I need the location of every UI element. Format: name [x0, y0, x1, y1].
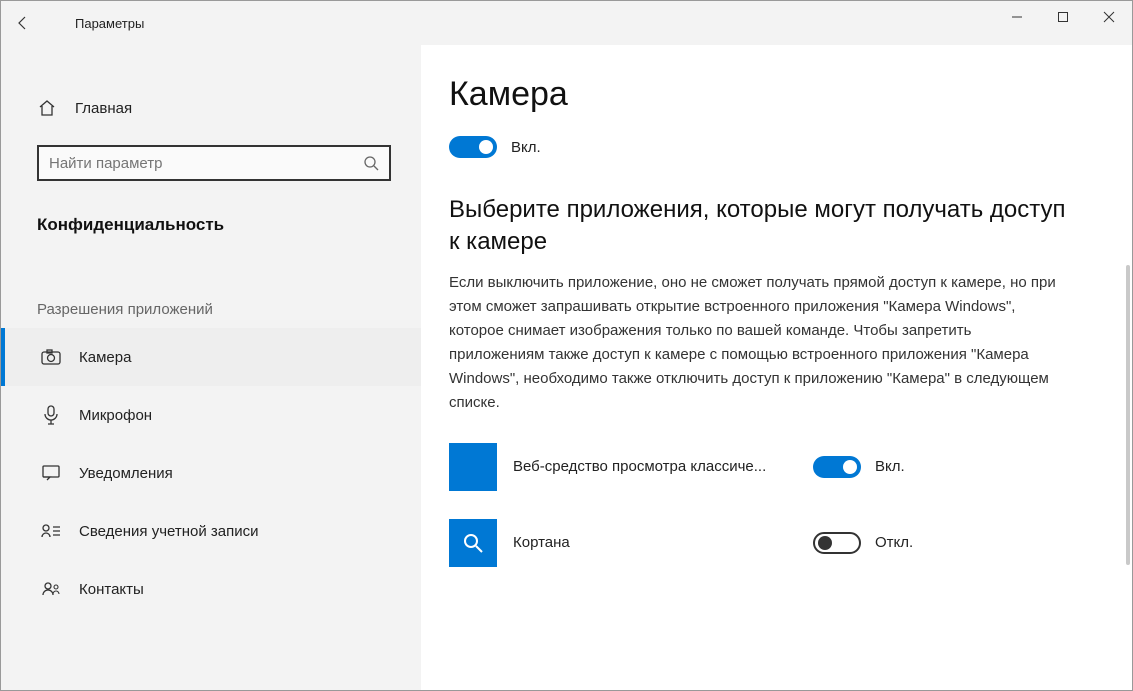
app-toggle[interactable]	[813, 456, 861, 478]
settings-window: Параметры Главная	[0, 0, 1133, 691]
app-name: Веб-средство просмотра классиче...	[513, 458, 813, 475]
maximize-button[interactable]	[1040, 1, 1086, 33]
app-row-cortana: Кортана Откл.	[449, 519, 1072, 567]
sidebar-item-account-info[interactable]: Сведения учетной записи	[1, 502, 421, 560]
search-field[interactable]	[49, 155, 349, 172]
sidebar-item-label: Контакты	[79, 581, 144, 598]
app-row-desktop-viewer: Веб-средство просмотра классиче... Вкл.	[449, 443, 1072, 491]
notifications-icon	[41, 465, 61, 481]
app-name: Кортана	[513, 534, 813, 551]
page-title: Камера	[449, 75, 1072, 114]
sidebar-item-label: Камера	[79, 349, 131, 366]
content-area: Главная Конфиденциальность Разрешения пр…	[1, 45, 1132, 690]
app-icon	[449, 443, 497, 491]
sidebar-item-label: Микрофон	[79, 407, 152, 424]
sidebar-item-label: Сведения учетной записи	[79, 523, 259, 540]
search-input[interactable]	[37, 145, 391, 181]
account-icon	[41, 523, 61, 539]
section-heading: Выберите приложения, которые могут получ…	[449, 194, 1072, 259]
master-toggle[interactable]	[449, 136, 497, 158]
search-icon	[363, 155, 379, 171]
microphone-icon	[41, 405, 61, 425]
sidebar-item-label: Уведомления	[79, 465, 173, 482]
category-title: Конфиденциальность	[1, 181, 421, 235]
camera-icon	[41, 349, 61, 365]
app-toggle-label: Откл.	[875, 534, 913, 551]
sidebar-item-notifications[interactable]: Уведомления	[1, 444, 421, 502]
titlebar: Параметры	[1, 1, 1132, 45]
section-label: Разрешения приложений	[1, 235, 421, 328]
section-description: Если выключить приложение, оно не сможет…	[449, 271, 1069, 415]
master-toggle-row: Вкл.	[449, 136, 1072, 158]
app-toggle-label: Вкл.	[875, 458, 905, 475]
contacts-icon	[41, 581, 61, 597]
window-title: Параметры	[75, 16, 144, 31]
scrollbar[interactable]	[1126, 265, 1130, 565]
home-icon	[37, 99, 57, 117]
sidebar-item-microphone[interactable]: Микрофон	[1, 386, 421, 444]
sidebar-item-contacts[interactable]: Контакты	[1, 560, 421, 618]
app-toggle[interactable]	[813, 532, 861, 554]
sidebar: Главная Конфиденциальность Разрешения пр…	[1, 45, 421, 690]
window-controls	[994, 1, 1132, 33]
master-toggle-label: Вкл.	[511, 139, 541, 156]
sidebar-item-camera[interactable]: Камера	[1, 328, 421, 386]
minimize-button[interactable]	[994, 1, 1040, 33]
back-button[interactable]	[1, 1, 45, 45]
home-link[interactable]: Главная	[1, 85, 421, 131]
main-panel: Камера Вкл. Выберите приложения, которые…	[421, 45, 1132, 690]
app-icon	[449, 519, 497, 567]
home-label: Главная	[75, 100, 132, 117]
close-button[interactable]	[1086, 1, 1132, 33]
